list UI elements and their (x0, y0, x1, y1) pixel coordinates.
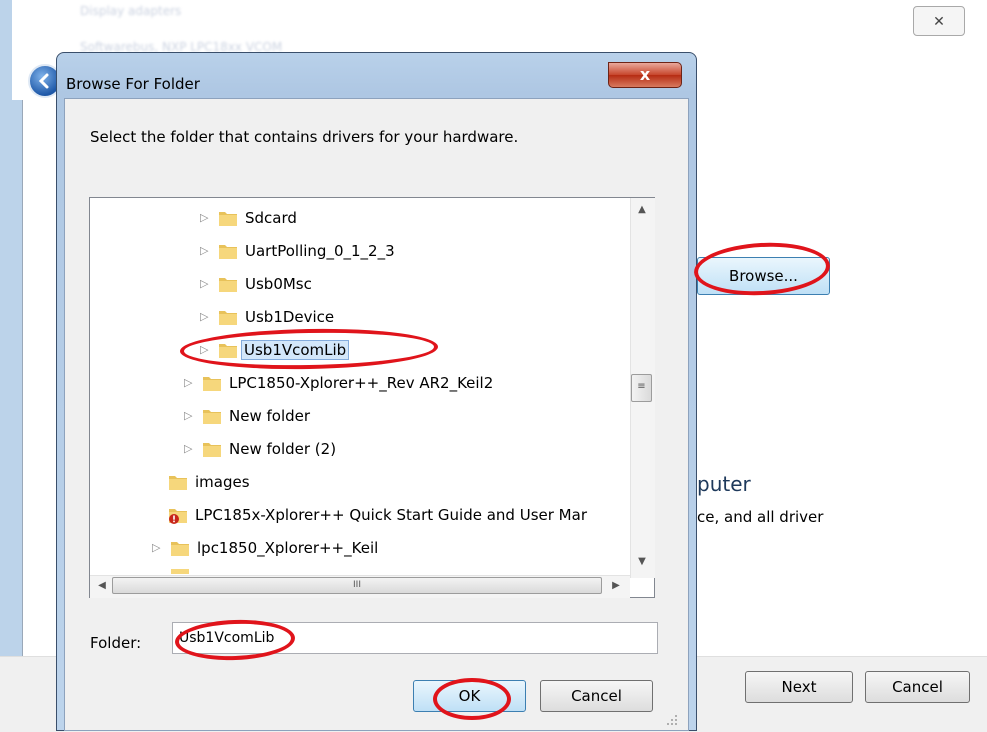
dialog-cancel-button[interactable]: Cancel (540, 680, 653, 712)
folder-icon (219, 245, 237, 259)
folder-icon (171, 542, 189, 556)
folder-input[interactable] (172, 622, 658, 654)
back-arrow-icon (38, 73, 49, 89)
tree-item-label: LPC1850-Xplorer++_Rev AR2_Keil2 (229, 374, 494, 392)
next-button[interactable]: Next (745, 671, 853, 703)
tree-item-label: New folder (2) (229, 440, 337, 458)
expand-arrow-icon[interactable]: ▷ (200, 307, 212, 327)
tree-item-label: Usb1Device (245, 308, 335, 326)
folder-icon (203, 443, 221, 457)
folder-icon (169, 476, 187, 490)
dialog-instruction: Select the folder that contains drivers … (90, 128, 519, 146)
scroll-right-arrow-icon[interactable]: ▶ (606, 576, 626, 596)
tree-item-label: images (195, 473, 250, 491)
folder-icon (219, 278, 237, 292)
dialog-close-button[interactable]: x (608, 62, 682, 88)
tree-item-label: UartPolling_0_1_2_3 (245, 242, 395, 260)
scroll-left-arrow-icon[interactable]: ◀ (92, 576, 112, 596)
dialog-title: Browse For Folder (66, 75, 200, 93)
expand-arrow-icon[interactable]: ▷ (152, 538, 164, 558)
wizard-cancel-button[interactable]: Cancel (865, 671, 970, 703)
expand-arrow-icon[interactable]: ▷ (200, 208, 212, 228)
scroll-up-arrow-icon[interactable]: ▲ (630, 200, 654, 220)
warning-folder-icon (169, 509, 187, 524)
folder-label: Folder: (90, 634, 142, 652)
scroll-down-arrow-icon[interactable]: ▼ (630, 552, 654, 572)
expand-arrow-icon[interactable]: ▷ (184, 406, 196, 426)
tree-item-label: LPC185x-Xplorer++ Quick Start Guide and … (195, 506, 587, 524)
tree-item-label: New folder (229, 407, 311, 425)
tree-item-label: Sdcard (245, 209, 297, 227)
wizard-breadcrumb-line: Display adapters (80, 4, 182, 18)
vertical-scroll-thumb[interactable]: ≡ (631, 374, 652, 402)
horizontal-scroll-thumb[interactable]: III (112, 577, 602, 594)
folder-icon (219, 344, 237, 358)
browse-button[interactable]: Browse... (697, 257, 830, 295)
ok-button[interactable]: OK (413, 680, 526, 712)
wizard-option-description: ce, and all driver (697, 508, 824, 526)
folder-icon (203, 410, 221, 424)
expand-arrow-icon[interactable]: ▷ (200, 340, 212, 360)
wizard-close-button[interactable]: ✕ (913, 6, 965, 36)
folder-icon (219, 311, 237, 325)
tree-item-label: Usb0Msc (245, 275, 312, 293)
expand-arrow-icon[interactable]: ▷ (184, 373, 196, 393)
expand-arrow-icon[interactable]: ▷ (200, 274, 212, 294)
expand-arrow-icon[interactable]: ▷ (200, 241, 212, 261)
folder-icon (219, 212, 237, 226)
tree-item-label: lpc1850_Xplorer++_Keil (197, 539, 379, 557)
folder-tree[interactable]: ▷ Sdcard ▷ UartPolling_0_1_2_3 ▷ Usb0Msc… (89, 197, 655, 598)
wizard-option-heading[interactable]: puter (697, 472, 751, 496)
folder-icon (203, 377, 221, 391)
tree-item-label: Usb1VcomLib (241, 340, 350, 360)
folder-icon (171, 569, 189, 574)
resize-grip-icon[interactable] (664, 712, 678, 726)
expand-arrow-icon[interactable]: ▷ (184, 439, 196, 459)
